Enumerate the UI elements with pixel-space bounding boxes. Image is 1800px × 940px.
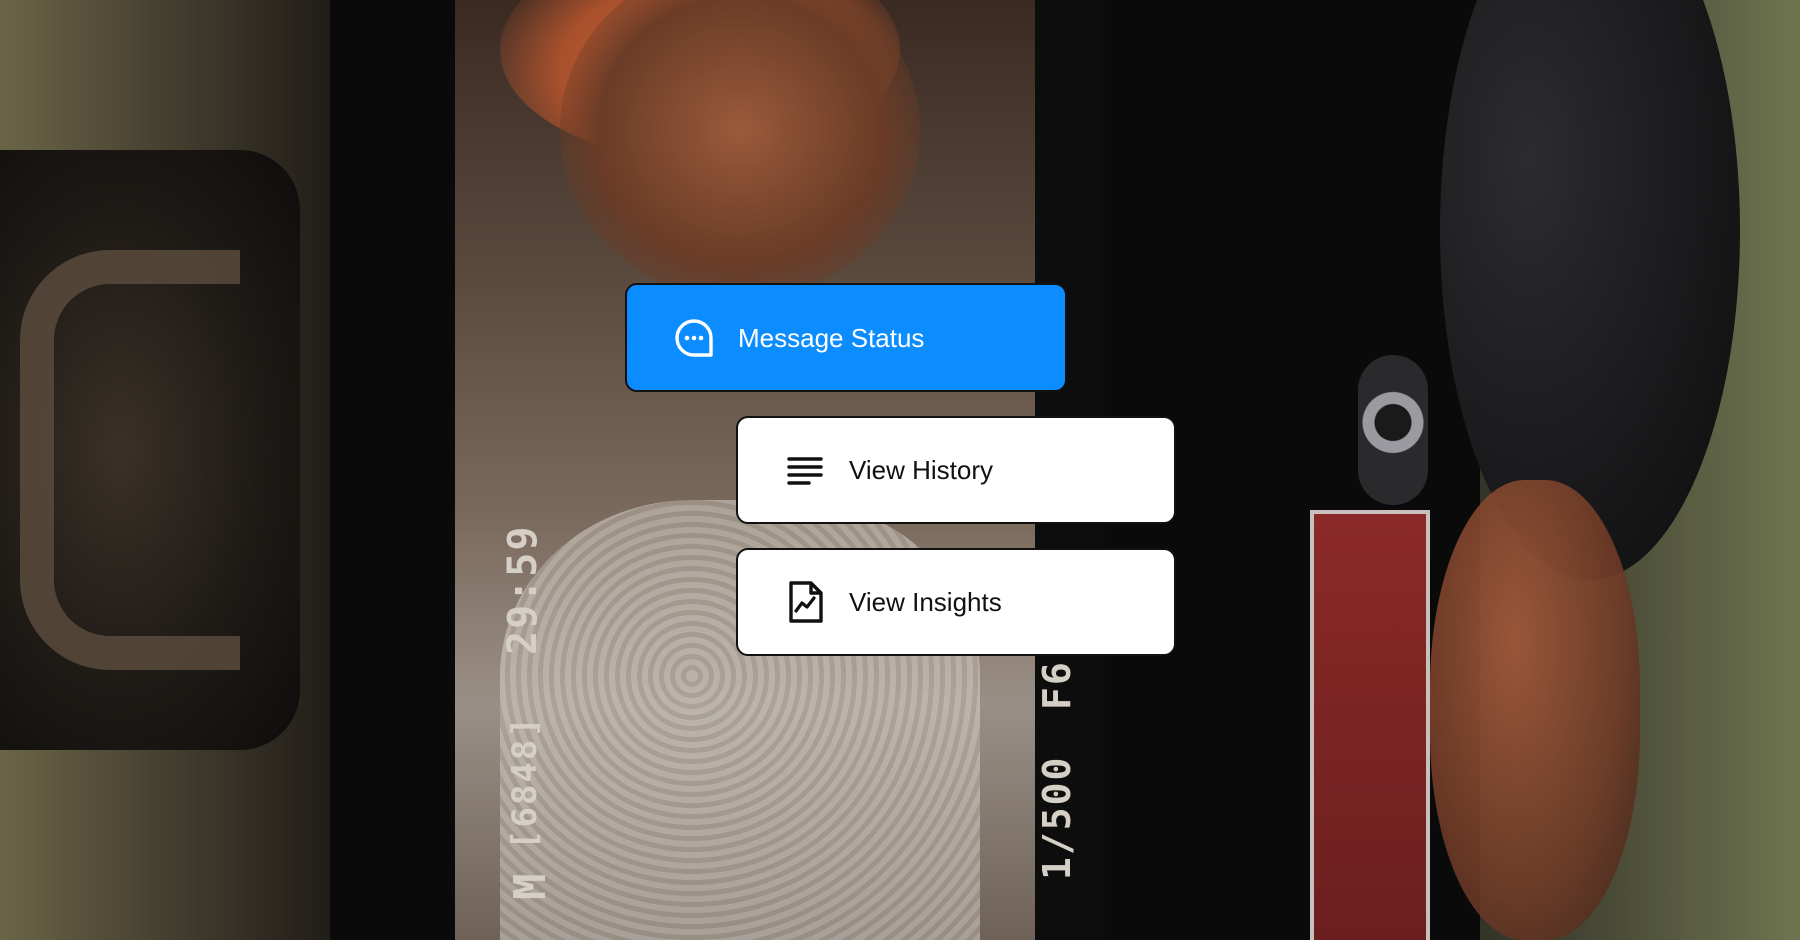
- message-status-label: Message Status: [738, 322, 925, 353]
- screen-shutter: 1/500: [1035, 755, 1079, 880]
- camera-sticker: [1310, 510, 1430, 940]
- photographer-hand: [1430, 480, 1640, 940]
- screen-time-readout: 29:59: [500, 524, 546, 655]
- message-status-button[interactable]: Message Status: [625, 283, 1067, 392]
- view-history-label: View History: [849, 455, 994, 485]
- view-insights-button[interactable]: View Insights: [736, 548, 1176, 656]
- screen-shot-count: [6848]: [505, 715, 545, 850]
- photo-background: 29:59 [6848] M 1/500 F6 Message Status V…: [0, 0, 1800, 940]
- screen-mode: M: [505, 871, 556, 901]
- tripod-mount: [1358, 355, 1428, 505]
- document-chart-icon: [783, 580, 827, 624]
- list-lines-icon: [783, 448, 827, 492]
- chat-bubble-icon: [672, 316, 716, 360]
- camera-lens: [1440, 0, 1740, 580]
- screen-aperture: F6: [1035, 660, 1079, 710]
- camera-strap-hook: [20, 250, 240, 670]
- view-insights-label: View Insights: [849, 587, 1002, 617]
- view-history-button[interactable]: View History: [736, 416, 1176, 524]
